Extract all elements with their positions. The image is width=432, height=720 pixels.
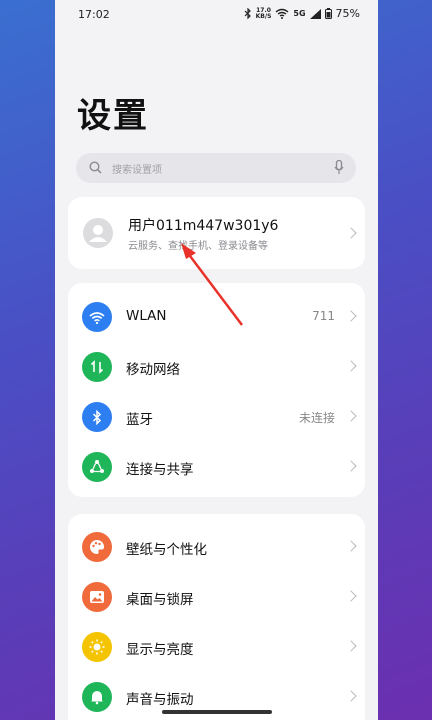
- home-indicator[interactable]: [162, 710, 272, 714]
- settings-screen: 17:02 17.0 KB/S 5G 75% 设置 搜索设置项 用户011m447…: [55, 0, 378, 720]
- annotation-arrow: [181, 243, 243, 326]
